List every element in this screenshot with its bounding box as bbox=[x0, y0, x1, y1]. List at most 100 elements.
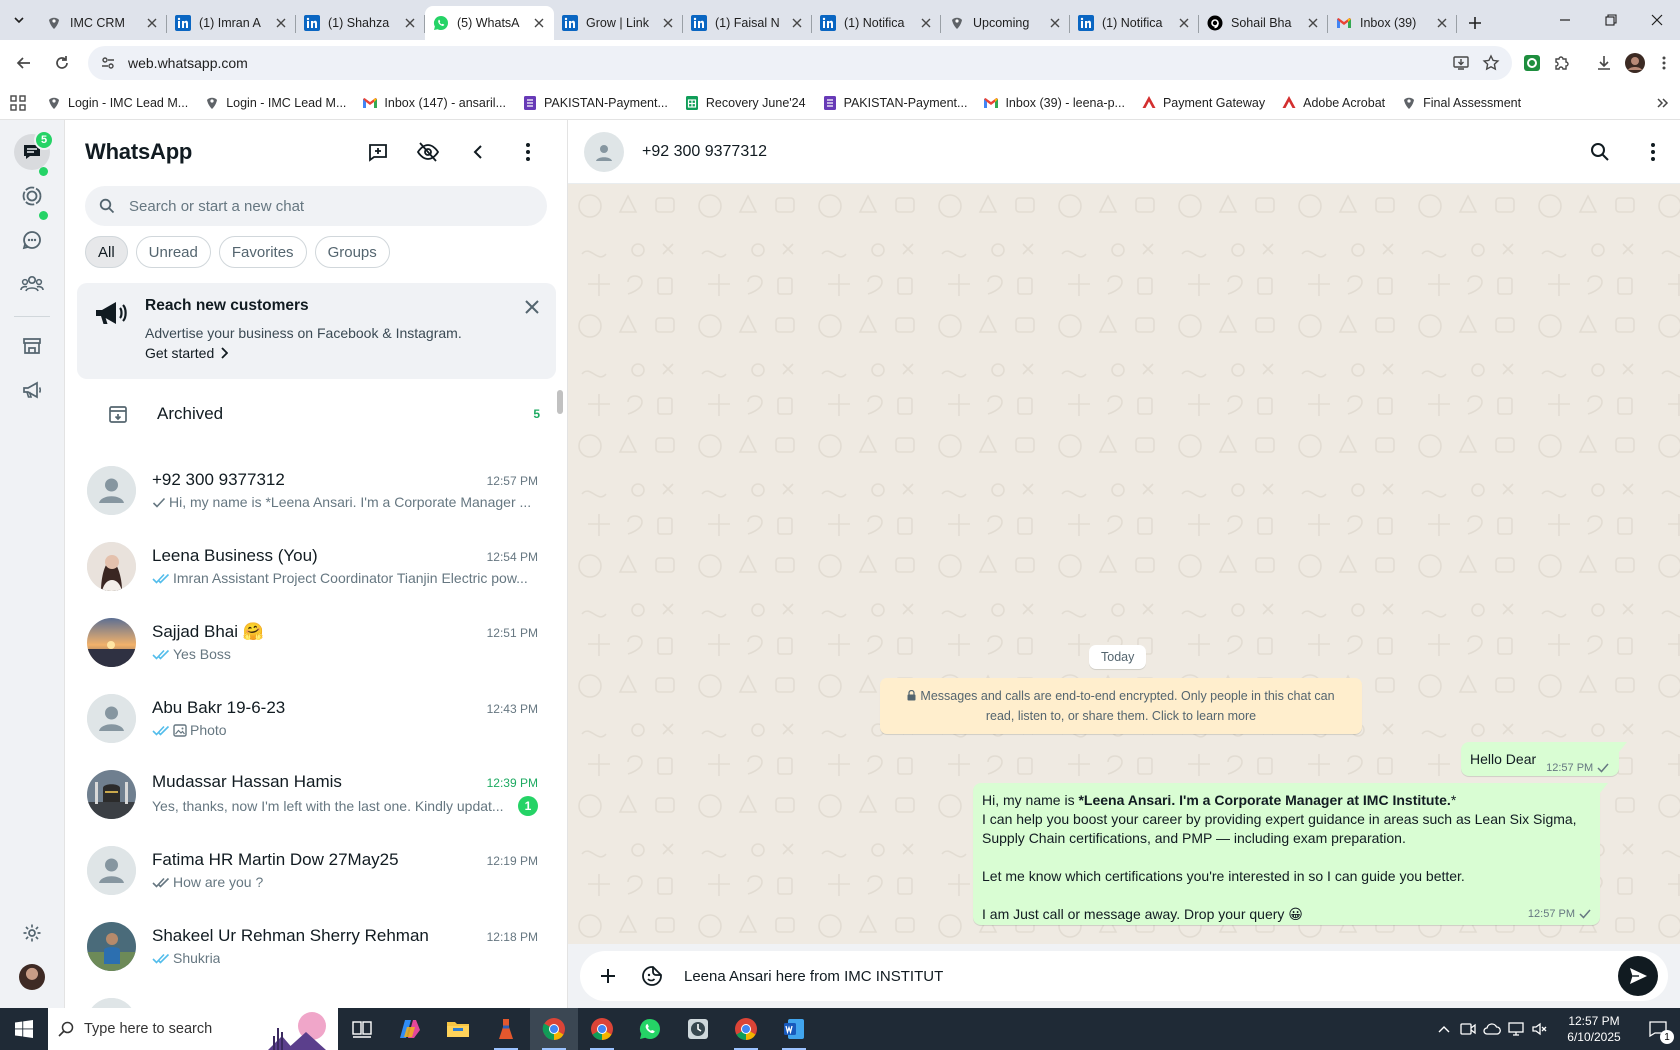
tray-volume-button[interactable] bbox=[1528, 1008, 1552, 1050]
filter-all[interactable]: All bbox=[85, 236, 128, 268]
promo-get-started-link[interactable]: Get started bbox=[145, 345, 540, 361]
attach-button[interactable] bbox=[590, 958, 626, 994]
bookmark-item[interactable]: Payment Gateway bbox=[1135, 91, 1271, 115]
rail-advertise-button[interactable] bbox=[14, 372, 50, 408]
browser-tab[interactable]: Sohail Bha bbox=[1199, 6, 1328, 40]
restore-button[interactable] bbox=[1588, 0, 1634, 40]
install-app-icon[interactable] bbox=[1452, 54, 1470, 72]
filter-groups[interactable]: Groups bbox=[314, 236, 390, 268]
notification-center-button[interactable]: 1 bbox=[1636, 1008, 1680, 1050]
tab-close-icon[interactable] bbox=[145, 16, 159, 30]
chat-list-item[interactable]: +92 300 9377312 12:57 PM Hi, my name is *L… bbox=[65, 452, 567, 528]
browser-tab[interactable]: Upcoming bbox=[941, 6, 1070, 40]
chat-avatar[interactable] bbox=[87, 921, 136, 971]
taskbar-file-explorer[interactable] bbox=[434, 1008, 482, 1050]
contact-name[interactable]: +92 300 9377312 bbox=[642, 143, 767, 161]
chat-avatar[interactable] bbox=[87, 769, 136, 819]
tray-network-button[interactable] bbox=[1504, 1008, 1528, 1050]
encryption-notice[interactable]: Messages and calls are end-to-end encryp… bbox=[880, 678, 1362, 734]
chat-list-item[interactable]: Fatima HR Martin Dow 27May25 12:19 PM How … bbox=[65, 832, 567, 908]
rail-communities-button[interactable] bbox=[14, 266, 50, 302]
taskbar-copilot[interactable] bbox=[386, 1008, 434, 1050]
bookmark-star-icon[interactable] bbox=[1482, 54, 1500, 72]
promo-card[interactable]: Reach new customers Advertise your busin… bbox=[77, 283, 556, 379]
browser-tab[interactable]: (5) WhatsA bbox=[425, 6, 554, 40]
bookmark-item[interactable]: Inbox (39) - leena-p... bbox=[977, 91, 1131, 115]
outgoing-message[interactable]: Hello Dear 12:57 PM bbox=[1461, 742, 1628, 776]
archived-row[interactable]: Archived 5 bbox=[65, 386, 567, 442]
tab-close-icon[interactable] bbox=[274, 16, 288, 30]
tab-close-icon[interactable] bbox=[1306, 16, 1320, 30]
filter-unread[interactable]: Unread bbox=[135, 236, 211, 268]
chat-avatar[interactable] bbox=[87, 617, 136, 667]
rail-settings-button[interactable] bbox=[14, 915, 50, 951]
chat-search-box[interactable] bbox=[85, 186, 547, 226]
tab-close-icon[interactable] bbox=[919, 16, 933, 30]
taskbar-search-box[interactable]: Type here to search bbox=[48, 1008, 338, 1050]
chevron-double-right-icon[interactable] bbox=[1656, 96, 1670, 110]
chat-avatar[interactable] bbox=[87, 845, 136, 895]
browser-menu-icon[interactable] bbox=[1656, 55, 1672, 71]
chat-avatar[interactable] bbox=[87, 541, 136, 591]
browser-tab[interactable]: (1) Notifica bbox=[812, 6, 941, 40]
send-button[interactable] bbox=[1618, 956, 1658, 996]
rail-status-button[interactable] bbox=[14, 178, 50, 214]
tray-overflow-button[interactable] bbox=[1432, 1008, 1456, 1050]
new-tab-button[interactable] bbox=[1457, 6, 1493, 40]
address-bar-url[interactable]: web.whatsapp.com bbox=[128, 55, 1440, 71]
back-button[interactable] bbox=[8, 47, 40, 79]
menu-button[interactable] bbox=[508, 132, 548, 172]
bookmark-item[interactable]: Login - IMC Lead M... bbox=[40, 91, 194, 115]
outgoing-message[interactable]: Hi, my name is *Leena Ansari. I'm a Corp… bbox=[973, 783, 1608, 925]
chat-list-item[interactable]: Leena Business (You) 12:54 PM Imran Assist… bbox=[65, 528, 567, 604]
browser-tab[interactable]: (1) Imran A bbox=[167, 6, 296, 40]
tab-close-icon[interactable] bbox=[1435, 16, 1449, 30]
tab-close-icon[interactable] bbox=[403, 16, 417, 30]
browser-tab[interactable]: Grow | Link bbox=[554, 6, 683, 40]
tray-onedrive-button[interactable] bbox=[1480, 1008, 1504, 1050]
tab-search-button[interactable] bbox=[0, 0, 38, 40]
minimize-button[interactable] bbox=[1542, 0, 1588, 40]
taskbar-clock[interactable]: 12:57 PM 6/10/2025 bbox=[1552, 1013, 1636, 1045]
contact-avatar[interactable] bbox=[584, 131, 624, 172]
chat-list-item[interactable]: Sajjad Bhai 🤗 12:51 PM Yes Boss bbox=[65, 604, 567, 680]
chat-avatar[interactable] bbox=[87, 465, 136, 515]
close-window-button[interactable] bbox=[1634, 0, 1680, 40]
taskbar-clock-app[interactable] bbox=[674, 1008, 722, 1050]
browser-tab[interactable]: (1) Shahza bbox=[296, 6, 425, 40]
bookmark-item[interactable]: Recovery June'24 bbox=[678, 91, 812, 115]
address-bar[interactable]: web.whatsapp.com bbox=[88, 46, 1512, 80]
taskbar-chrome-2[interactable] bbox=[578, 1008, 626, 1050]
promo-close-button[interactable] bbox=[520, 295, 544, 319]
chat-list-scrollbar[interactable] bbox=[557, 390, 563, 414]
extension-green-icon[interactable] bbox=[1522, 53, 1542, 73]
taskbar-chrome-3[interactable] bbox=[722, 1008, 770, 1050]
chat-list-item[interactable]: Shakeel Ur Rehman Sherry Rehman 12:18 PM S… bbox=[65, 908, 567, 984]
new-chat-button[interactable] bbox=[358, 132, 398, 172]
download-icon[interactable] bbox=[1594, 53, 1614, 73]
tray-meet-button[interactable] bbox=[1456, 1008, 1480, 1050]
tab-close-icon[interactable] bbox=[1177, 16, 1191, 30]
more-vertical-icon[interactable] bbox=[1650, 142, 1656, 162]
collapse-button[interactable] bbox=[458, 132, 498, 172]
message-input[interactable] bbox=[684, 967, 1610, 985]
apps-grid-icon[interactable] bbox=[10, 94, 26, 111]
chat-search-input[interactable] bbox=[129, 197, 509, 215]
reload-button[interactable] bbox=[46, 47, 78, 79]
tab-close-icon[interactable] bbox=[790, 16, 804, 30]
composer-box[interactable] bbox=[580, 951, 1668, 1001]
taskbar-word[interactable] bbox=[770, 1008, 818, 1050]
profile-avatar-icon[interactable] bbox=[1624, 52, 1646, 74]
bookmark-item[interactable]: Login - IMC Lead M... bbox=[198, 91, 352, 115]
bookmark-item[interactable]: PAKISTAN-Payment... bbox=[816, 91, 974, 115]
sticker-button[interactable] bbox=[634, 958, 670, 994]
tab-close-icon[interactable] bbox=[532, 16, 546, 30]
taskbar-chrome[interactable] bbox=[530, 1008, 578, 1050]
bookmark-item[interactable]: Inbox (147) - ansaril... bbox=[356, 91, 512, 115]
extensions-puzzle-icon[interactable] bbox=[1552, 53, 1572, 73]
browser-tab[interactable]: Inbox (39) bbox=[1328, 6, 1457, 40]
start-button[interactable] bbox=[0, 1008, 48, 1050]
chat-list-item[interactable]: Mudassar Hassan Hamis 12:39 PM Yes, thanks… bbox=[65, 756, 567, 832]
conversation-scrollbar[interactable] bbox=[1668, 184, 1680, 944]
search-icon[interactable] bbox=[1590, 142, 1610, 162]
